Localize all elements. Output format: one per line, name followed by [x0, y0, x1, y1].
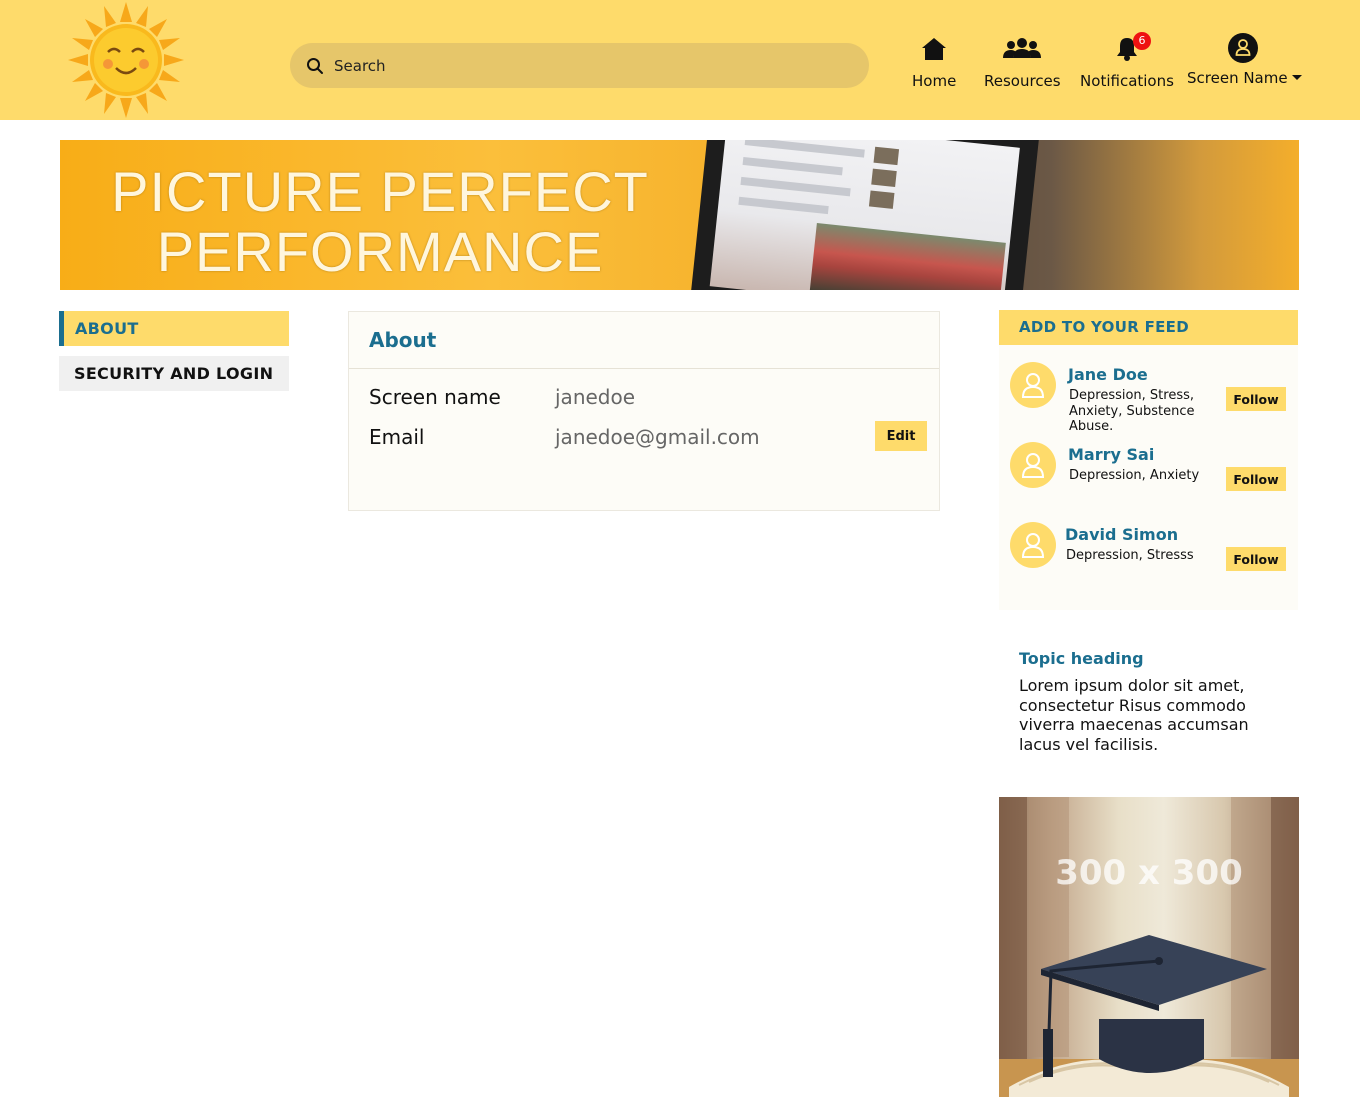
chevron-down-icon: [1291, 75, 1302, 80]
nav-profile-menu[interactable]: Screen Name: [1187, 32, 1302, 87]
about-card-title: About: [369, 328, 437, 352]
people-group-icon: [984, 36, 1060, 68]
avatar[interactable]: [1010, 362, 1056, 408]
ad-image-placeholder[interactable]: 300 x 300: [999, 797, 1299, 1097]
edit-button[interactable]: Edit: [875, 421, 927, 451]
topic-text: Lorem ipsum dolor sit amet, consectetur …: [1019, 676, 1249, 754]
nav-resources-label: Resources: [984, 72, 1061, 90]
feed-person-topics: Depression, Stresss: [1066, 548, 1194, 563]
nav-notifications[interactable]: 6 Notifications: [1080, 32, 1174, 90]
ad-size-label: 300 x 300: [1055, 853, 1243, 893]
user-icon: [1022, 373, 1044, 398]
follow-button[interactable]: Follow: [1226, 387, 1286, 411]
notification-count-badge: 6: [1133, 32, 1151, 50]
banner-title-line2: PERFORMANCE: [156, 220, 604, 283]
about-card: About Screen name janedoe Email janedoe@…: [348, 311, 940, 511]
sun-logo[interactable]: [60, 0, 190, 120]
banner-title: PICTURE PERFECT PERFORMANCE: [60, 162, 700, 282]
add-to-feed-header: ADD TO YOUR FEED: [999, 310, 1298, 345]
email-label: Email: [369, 425, 425, 449]
avatar[interactable]: [1010, 442, 1056, 488]
home-icon: [912, 36, 956, 68]
divider: [349, 368, 939, 369]
search-bar[interactable]: [290, 43, 869, 88]
nav-profile-label: Screen Name: [1187, 69, 1288, 87]
sidebar-item-about[interactable]: ABOUT: [59, 311, 289, 346]
feed-person-name[interactable]: Jane Doe: [1068, 365, 1148, 384]
search-icon: [307, 58, 323, 74]
feed-person-topics: Depression, Anxiety: [1069, 468, 1200, 483]
feed-item: David Simon Depression, Stresss Follow: [999, 522, 1298, 592]
bell-icon: 6: [1080, 32, 1174, 68]
follow-button[interactable]: Follow: [1226, 467, 1286, 491]
screen-name-label: Screen name: [369, 385, 501, 409]
feed-item: Jane Doe Depression, Stress, Anxiety, Su…: [999, 362, 1298, 434]
nav-home[interactable]: Home: [912, 32, 956, 90]
feed-item: Marry Sai Depression, Anxiety Follow: [999, 442, 1298, 512]
nav-home-label: Home: [912, 72, 957, 90]
user-icon: [1022, 453, 1044, 478]
sidebar-item-security-and-login[interactable]: SECURITY AND LOGIN: [59, 356, 289, 391]
screen-name-value: janedoe: [555, 385, 636, 409]
hero-banner: PICTURE PERFECT PERFORMANCE: [60, 140, 1299, 290]
avatar[interactable]: [1010, 522, 1056, 568]
feed-suggestions-panel: Jane Doe Depression, Stress, Anxiety, Su…: [999, 345, 1298, 610]
banner-title-line1: PICTURE PERFECT: [111, 160, 649, 223]
email-value: janedoe@gmail.com: [555, 425, 760, 449]
follow-button[interactable]: Follow: [1226, 547, 1286, 571]
user-avatar-icon: [1187, 33, 1299, 65]
feed-person-topics: Depression, Stress, Anxiety, Substence A…: [1069, 388, 1195, 434]
top-navigation-bar: Home Resources 6 Notifications: [0, 0, 1360, 120]
user-icon: [1022, 533, 1044, 558]
nav-resources[interactable]: Resources: [984, 32, 1061, 90]
feed-person-name[interactable]: David Simon: [1065, 525, 1178, 544]
search-input[interactable]: [334, 43, 834, 88]
topic-heading: Topic heading: [1019, 649, 1144, 668]
nav-notifications-label: Notifications: [1080, 72, 1174, 90]
laptop-image: [689, 140, 1041, 290]
graduation-cap-on-book-image: [999, 797, 1299, 1097]
feed-person-name[interactable]: Marry Sai: [1068, 445, 1154, 464]
